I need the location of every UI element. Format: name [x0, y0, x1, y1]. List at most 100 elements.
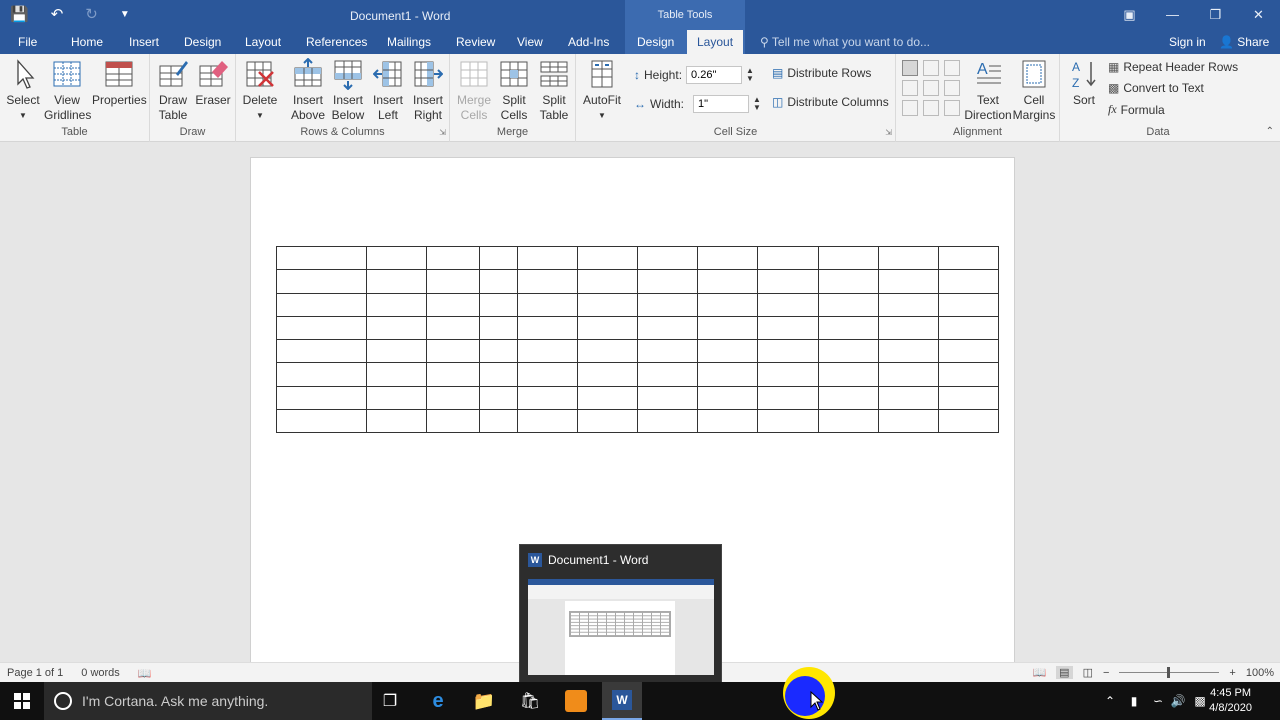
tell-me-search[interactable]: ⚲ Tell me what you want to do... [760, 35, 930, 49]
view-gridlines-button[interactable]: View Gridlines [44, 58, 91, 123]
table-cell[interactable] [697, 269, 758, 294]
table-cell[interactable] [757, 385, 819, 410]
table-cell[interactable] [517, 315, 578, 341]
distribute-columns-button[interactable]: ◫ Distribute Columns [772, 95, 889, 109]
word-count[interactable]: 0 words [81, 667, 120, 680]
draw-table-button[interactable]: Draw Table [154, 58, 192, 123]
table-cell[interactable] [366, 362, 427, 387]
table-cell[interactable] [517, 292, 578, 317]
align-center-right-icon[interactable] [944, 80, 960, 96]
tab-home[interactable]: Home [71, 35, 103, 49]
table-cell[interactable] [878, 315, 939, 341]
table-cell[interactable] [276, 269, 367, 294]
table-cell[interactable] [366, 292, 427, 317]
table-cell[interactable] [757, 338, 819, 364]
table-cell[interactable] [276, 362, 367, 387]
table-cell[interactable] [818, 408, 879, 434]
table-cell[interactable] [757, 315, 819, 341]
table-cell[interactable] [818, 315, 879, 341]
tab-add-ins[interactable]: Add-Ins [568, 35, 609, 49]
tab-references[interactable]: References [306, 35, 367, 49]
restore-icon[interactable]: ❐ [1194, 0, 1237, 30]
table-cell[interactable] [366, 408, 427, 434]
table-cell[interactable] [479, 408, 518, 434]
table-cell[interactable] [878, 338, 939, 364]
sort-button[interactable]: AZ Sort [1066, 58, 1102, 108]
close-icon[interactable]: ✕ [1237, 0, 1280, 30]
table-cell[interactable] [818, 269, 879, 294]
split-cells-button[interactable]: Split Cells [494, 58, 534, 123]
table-cell[interactable] [697, 315, 758, 341]
table-cell[interactable] [938, 408, 999, 434]
table-cell[interactable] [878, 269, 939, 294]
height-input[interactable] [686, 66, 743, 84]
minimize-icon[interactable]: — [1151, 0, 1194, 30]
convert-to-text-button[interactable]: ▩ Convert to Text [1108, 81, 1204, 95]
table-cell[interactable] [366, 315, 427, 341]
redo-icon[interactable]: ↻ [85, 5, 98, 23]
table-cell[interactable] [479, 385, 518, 410]
table-cell[interactable] [479, 292, 518, 317]
cell-margins-button[interactable]: Cell Margins [1012, 58, 1056, 123]
table-cell[interactable] [577, 245, 638, 271]
edge-browser-icon[interactable]: e [420, 682, 456, 720]
align-bottom-right-icon[interactable] [944, 100, 960, 116]
zoom-out-icon[interactable]: − [1103, 667, 1109, 679]
wifi-icon[interactable]: ∽ [1148, 682, 1168, 720]
align-center-icon[interactable] [923, 80, 939, 96]
table-cell[interactable] [366, 338, 427, 364]
table-cell[interactable] [577, 408, 638, 434]
insert-left-button[interactable]: Insert Left [368, 58, 408, 123]
table-cell[interactable] [577, 315, 638, 341]
height-spinner-icon[interactable]: ▲ ▼ [746, 67, 754, 83]
table-cell[interactable] [757, 269, 819, 294]
table-cell[interactable] [426, 408, 480, 434]
table-cell[interactable] [757, 292, 819, 317]
split-table-button[interactable]: Split Table [534, 58, 574, 123]
table-cell[interactable] [577, 269, 638, 294]
table-cell[interactable] [697, 245, 758, 271]
word-taskbar-button[interactable]: W [602, 682, 642, 720]
action-center-icon[interactable]: ▩ [1190, 682, 1210, 720]
autofit-button[interactable]: AutoFit ▼ [580, 58, 624, 123]
align-top-center-icon[interactable] [923, 60, 939, 76]
cell-size-launcher-icon[interactable]: ⇲ [885, 128, 892, 137]
table-cell[interactable] [938, 245, 999, 271]
table-cell[interactable] [276, 385, 367, 410]
insert-above-button[interactable]: Insert Above [288, 58, 328, 123]
table-cell[interactable] [517, 385, 578, 410]
table-cell[interactable] [426, 385, 480, 410]
table-cell[interactable] [697, 292, 758, 317]
table-cell[interactable] [938, 362, 999, 387]
table-cell[interactable] [878, 245, 939, 271]
tab-insert[interactable]: Insert [129, 35, 159, 49]
eraser-button[interactable]: Eraser [194, 58, 232, 108]
table-cell[interactable] [637, 245, 698, 271]
table-cell[interactable] [938, 269, 999, 294]
document-table[interactable] [276, 245, 999, 434]
align-top-left-icon[interactable] [902, 60, 918, 76]
table-cell[interactable] [818, 245, 879, 271]
tab-table-layout[interactable]: Layout [687, 30, 744, 54]
insert-right-button[interactable]: Insert Right [408, 58, 448, 123]
table-cell[interactable] [637, 269, 698, 294]
sign-in-link[interactable]: Sign in [1169, 35, 1206, 49]
table-cell[interactable] [938, 385, 999, 410]
table-cell[interactable] [697, 408, 758, 434]
save-icon[interactable]: 💾 [10, 5, 29, 23]
volume-icon[interactable]: 🔊 [1168, 682, 1188, 720]
table-cell[interactable] [577, 338, 638, 364]
table-cell[interactable] [637, 408, 698, 434]
table-cell[interactable] [818, 385, 879, 410]
system-clock[interactable]: 4:45 PM 4/8/2020 [1209, 686, 1252, 716]
table-cell[interactable] [366, 385, 427, 410]
zoom-slider[interactable] [1119, 667, 1220, 678]
table-cell[interactable] [276, 408, 367, 434]
table-cell[interactable] [878, 292, 939, 317]
text-direction-button[interactable]: A Text Direction [964, 58, 1012, 123]
repeat-header-rows-button[interactable]: ▦ Repeat Header Rows [1108, 60, 1238, 74]
merge-cells-button[interactable]: Merge Cells [454, 58, 494, 123]
table-cell[interactable] [697, 362, 758, 387]
table-cell[interactable] [276, 245, 367, 271]
table-cell[interactable] [426, 362, 480, 387]
